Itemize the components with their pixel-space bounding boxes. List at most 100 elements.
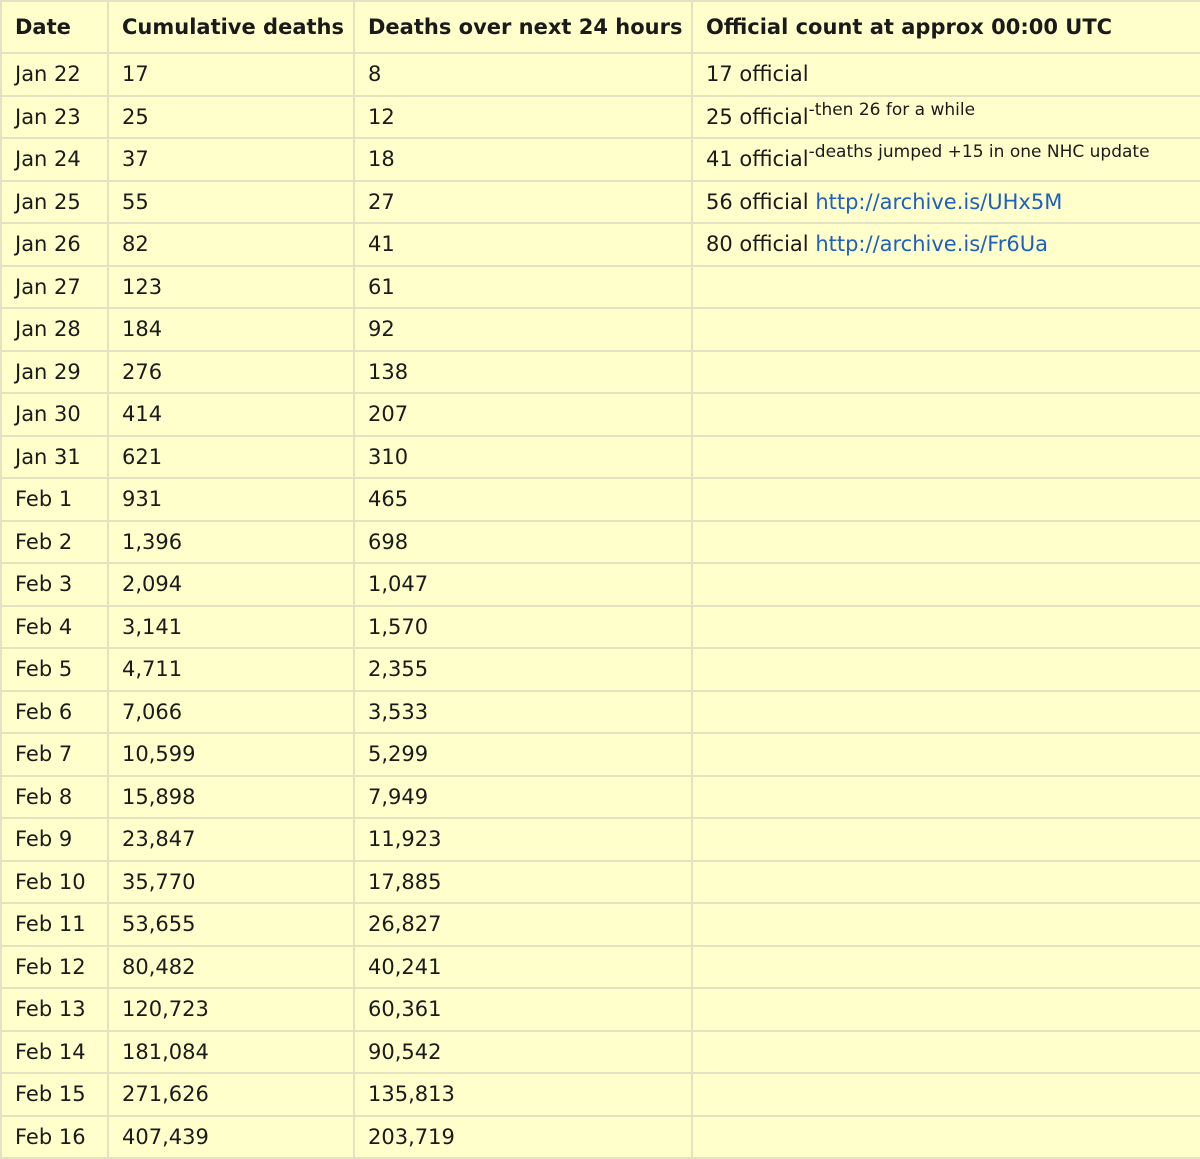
cell-official-count: 41 official-deaths jumped +15 in one NHC…: [691, 137, 1200, 182]
cell-cumulative-deaths: 7,066: [107, 689, 355, 734]
cell-cumulative-deaths: 3,141: [107, 604, 355, 649]
table-header-row: Date Cumulative deaths Deaths over next …: [0, 0, 1200, 54]
cell-deaths-next-24-hours: 1,570: [353, 604, 693, 649]
cell-deaths-next-24-hours: 61: [353, 264, 693, 309]
table-row: Feb 6 7,066 3,533: [0, 689, 1200, 734]
cell-date: Jan 28: [0, 307, 109, 352]
table-row: Feb 8 15,898 7,949: [0, 774, 1200, 819]
cell-official-count: [691, 264, 1200, 309]
table-row: Feb 11 53,655 26,827: [0, 902, 1200, 947]
cell-date: Feb 6: [0, 689, 109, 734]
cell-deaths-next-24-hours: 2,355: [353, 647, 693, 692]
cell-deaths-next-24-hours: 92: [353, 307, 693, 352]
official-count-text: 41 official: [706, 147, 809, 172]
official-count-text: 56 official: [706, 189, 816, 214]
cell-date: Feb 5: [0, 647, 109, 692]
cell-date: Feb 15: [0, 1072, 109, 1117]
cell-cumulative-deaths: 621: [107, 434, 355, 479]
table-row: Feb 5 4,711 2,355: [0, 647, 1200, 692]
cell-cumulative-deaths: 15,898: [107, 774, 355, 819]
cell-cumulative-deaths: 4,711: [107, 647, 355, 692]
cell-official-count: [691, 859, 1200, 904]
cell-date: Jan 22: [0, 52, 109, 97]
cell-date: Feb 16: [0, 1114, 109, 1159]
cell-cumulative-deaths: 931: [107, 477, 355, 522]
cell-official-count: [691, 392, 1200, 437]
cell-date: Jan 31: [0, 434, 109, 479]
header-cumulative-deaths: Cumulative deaths: [107, 0, 355, 54]
cell-cumulative-deaths: 1,396: [107, 519, 355, 564]
cell-cumulative-deaths: 37: [107, 137, 355, 182]
table-row: Jan 26 82 41 80 official http://archive.is/…: [0, 222, 1200, 267]
cell-cumulative-deaths: 10,599: [107, 732, 355, 777]
cell-cumulative-deaths: 407,439: [107, 1114, 355, 1159]
cell-official-count: 25 official-then 26 for a while: [691, 94, 1200, 139]
cell-deaths-next-24-hours: 12: [353, 94, 693, 139]
cell-deaths-next-24-hours: 138: [353, 349, 693, 394]
header-deaths-next-24-hours: Deaths over next 24 hours: [353, 0, 693, 54]
cell-official-count: [691, 519, 1200, 564]
cell-deaths-next-24-hours: 90,542: [353, 1029, 693, 1074]
cell-cumulative-deaths: 17: [107, 52, 355, 97]
cell-official-count: [691, 604, 1200, 649]
cell-date: Jan 24: [0, 137, 109, 182]
table-row: Jan 31 621 310: [0, 434, 1200, 479]
cell-date: Feb 12: [0, 944, 109, 989]
cell-date: Feb 7: [0, 732, 109, 777]
official-count-note: -then 26 for a while: [808, 99, 976, 120]
cell-official-count: [691, 434, 1200, 479]
cell-cumulative-deaths: 184: [107, 307, 355, 352]
cell-official-count: [691, 349, 1200, 394]
table-row: Jan 25 55 27 56 official http://archive.is/…: [0, 179, 1200, 224]
cell-cumulative-deaths: 271,626: [107, 1072, 355, 1117]
cell-date: Jan 29: [0, 349, 109, 394]
table-row: Feb 12 80,482 40,241: [0, 944, 1200, 989]
table-row: Jan 30 414 207: [0, 392, 1200, 437]
official-count-text: 80 official: [706, 232, 816, 257]
cell-cumulative-deaths: 55: [107, 179, 355, 224]
cell-official-count: [691, 944, 1200, 989]
cell-official-count: [691, 902, 1200, 947]
table-row: Feb 4 3,141 1,570: [0, 604, 1200, 649]
cell-cumulative-deaths: 276: [107, 349, 355, 394]
cell-deaths-next-24-hours: 40,241: [353, 944, 693, 989]
cell-official-count: 56 official http://archive.is/UHx5M: [691, 179, 1200, 224]
deaths-projection-table: Date Cumulative deaths Deaths over next …: [0, 0, 1200, 1159]
cell-official-count: [691, 987, 1200, 1032]
cell-deaths-next-24-hours: 203,719: [353, 1114, 693, 1159]
cell-date: Jan 27: [0, 264, 109, 309]
cell-date: Feb 8: [0, 774, 109, 819]
cell-date: Jan 23: [0, 94, 109, 139]
table-row: Jan 28 184 92: [0, 307, 1200, 352]
cell-official-count: [691, 647, 1200, 692]
table-row: Feb 9 23,847 11,923: [0, 817, 1200, 862]
cell-date: Feb 14: [0, 1029, 109, 1074]
cell-cumulative-deaths: 414: [107, 392, 355, 437]
cell-official-count: [691, 1072, 1200, 1117]
cell-official-count: [691, 1029, 1200, 1074]
cell-deaths-next-24-hours: 18: [353, 137, 693, 182]
official-count-note: -deaths jumped +15 in one NHC update: [808, 142, 1150, 163]
cell-cumulative-deaths: 2,094: [107, 562, 355, 607]
cell-deaths-next-24-hours: 1,047: [353, 562, 693, 607]
table-row: Feb 1 931 465: [0, 477, 1200, 522]
header-official-count: Official count at approx 00:00 UTC: [691, 0, 1200, 54]
cell-cumulative-deaths: 181,084: [107, 1029, 355, 1074]
deaths-projection-table-container: Date Cumulative deaths Deaths over next …: [0, 0, 1200, 1159]
cell-date: Jan 25: [0, 179, 109, 224]
cell-cumulative-deaths: 82: [107, 222, 355, 267]
archive-link[interactable]: http://archive.is/UHx5M: [815, 190, 1062, 214]
table-row: Jan 27 123 61: [0, 264, 1200, 309]
cell-cumulative-deaths: 35,770: [107, 859, 355, 904]
cell-deaths-next-24-hours: 26,827: [353, 902, 693, 947]
header-date: Date: [0, 0, 109, 54]
cell-date: Feb 10: [0, 859, 109, 904]
cell-official-count: [691, 817, 1200, 862]
cell-date: Feb 2: [0, 519, 109, 564]
cell-deaths-next-24-hours: 3,533: [353, 689, 693, 734]
cell-date: Jan 26: [0, 222, 109, 267]
archive-link[interactable]: http://archive.is/Fr6Ua: [815, 232, 1048, 256]
cell-date: Feb 9: [0, 817, 109, 862]
cell-official-count: [691, 1114, 1200, 1159]
cell-cumulative-deaths: 80,482: [107, 944, 355, 989]
